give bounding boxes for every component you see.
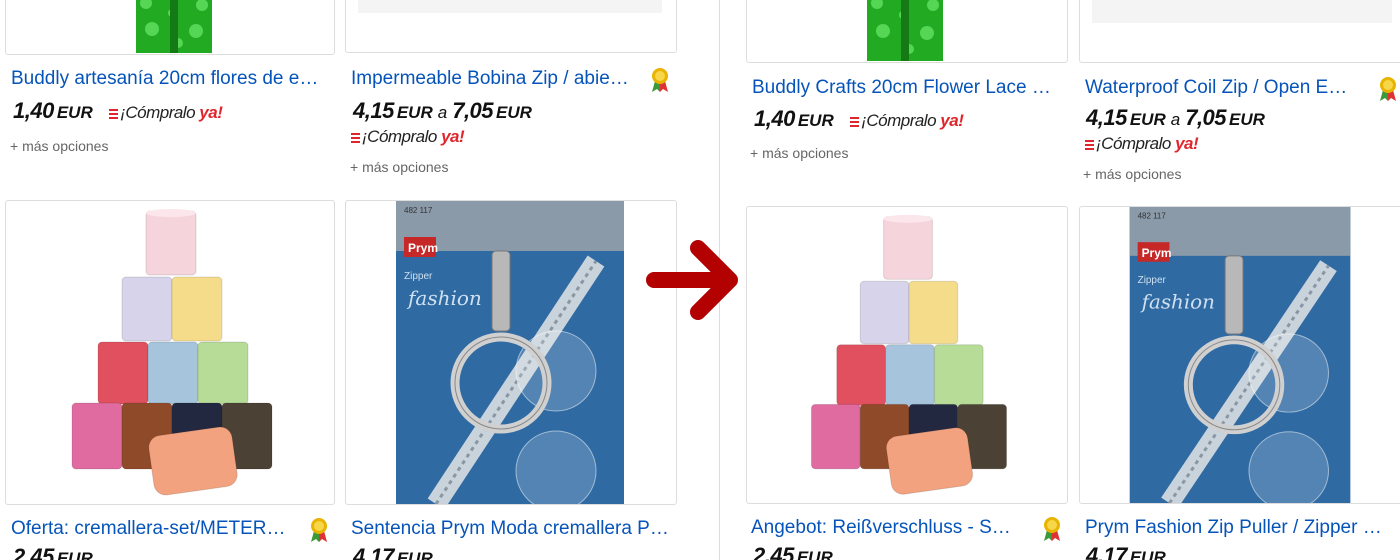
buy-it-now-badge: ¡Cómpralo ya! [850,111,964,131]
more-options-link[interactable]: + más opciones [1083,166,1181,182]
top-rated-seller-icon [1380,77,1396,101]
price-line: 2,45 EUR [13,544,93,560]
results-panel-spanish: Buddly artesanía 20cm flores de e… 1,40 E… [0,0,700,560]
svg-text:fashion: fashion [1140,291,1215,314]
green-zip-image [136,0,212,53]
buy-now-lines-icon [351,133,360,143]
buy-now-lines-icon [850,117,860,127]
currency: EUR [56,103,93,122]
product-image-elastic-spools[interactable] [5,200,335,505]
svg-text:Zipper: Zipper [404,271,433,282]
svg-text:Prym: Prym [408,241,438,255]
buy-it-now-badge: ¡Cómpralo ya! [109,103,223,123]
top-rated-seller-icon [311,518,327,542]
price-line: 1,40 EUR ¡Cómpralo ya! [13,98,223,124]
svg-text:fashion: fashion [406,286,482,310]
buy-now-lines-icon [1085,140,1094,150]
zip-puller-image: 482 117 Prym Zipper fashion [396,201,624,504]
price-to: 7,05 [452,98,494,123]
right-arrow-icon [646,240,738,320]
elastic-spools-image [71,209,273,496]
buy-now-lines-icon [109,109,119,119]
price-line: 4,17 EUR [353,544,433,560]
more-options-link[interactable]: + más opciones [10,138,108,154]
results-panel-english: Buddly Crafts 20cm Flower Lace Zi… 1,40 E… [720,0,1400,560]
top-rated-seller-icon [1044,517,1060,541]
product-image-elastic-spools[interactable] [746,206,1068,504]
green-zip-image [867,0,943,61]
product-title-link[interactable]: Sentencia Prym Moda cremallera P… [351,518,669,540]
price-line: 4,17 EUR [1086,543,1166,560]
price-range-line: 4,15 EUR a 7,05 EUR [1086,105,1265,130]
white-zip-image [358,0,662,13]
product-title-link[interactable]: Oferta: cremallera-set/METER… [11,518,291,540]
product-title-link[interactable]: Buddly artesanía 20cm flores de e… [11,68,323,90]
product-image-zip-puller[interactable]: 482 117 Prym Zipper fashion [1079,206,1400,504]
white-zip-image [1092,0,1392,23]
product-image-coil-zip[interactable] [1079,0,1400,63]
svg-text:Zipper: Zipper [1138,275,1167,286]
product-image-zip-puller[interactable]: 482 117 Prym Zipper fashion [345,200,677,505]
svg-text:482 117: 482 117 [404,206,433,215]
price-from: 4,15 [353,98,394,123]
product-title-link[interactable]: Angebot: Reißverschluss - Se… [751,517,1021,539]
price-line: 1,40 EUR ¡Cómpralo ya! [754,106,964,131]
zip-puller-image: 482 117 Prym Zipper fashion [1129,207,1351,503]
top-rated-seller-icon [652,68,668,92]
more-options-link[interactable]: + más opciones [350,159,448,175]
svg-text:Prym: Prym [1142,246,1172,260]
more-options-link[interactable]: + más opciones [750,145,848,161]
price-value: 1,40 [13,98,54,123]
buy-it-now-badge: ¡Cómpralo ya! [1085,134,1199,154]
buy-it-now-badge: ¡Cómpralo ya! [351,127,465,147]
product-image-lace-zip[interactable] [746,0,1068,63]
product-title-link[interactable]: Waterproof Coil Zip / Open En… [1085,77,1357,99]
price-line: 2,45 EUR [753,543,833,560]
product-title-link[interactable]: Buddly Crafts 20cm Flower Lace Zi… [752,77,1058,99]
product-image-coil-zip[interactable] [345,0,677,53]
price-range-line: 4,15 EUR a 7,05 EUR [353,98,532,123]
product-title-link[interactable]: Prym Fashion Zip Puller / Zipper P… [1085,517,1390,539]
elastic-spools-image [810,214,1008,495]
product-title-link[interactable]: Impermeable Bobina Zip / abie… [351,68,631,90]
product-image-lace-zip[interactable] [5,0,335,55]
svg-text:482 117: 482 117 [1138,212,1166,221]
